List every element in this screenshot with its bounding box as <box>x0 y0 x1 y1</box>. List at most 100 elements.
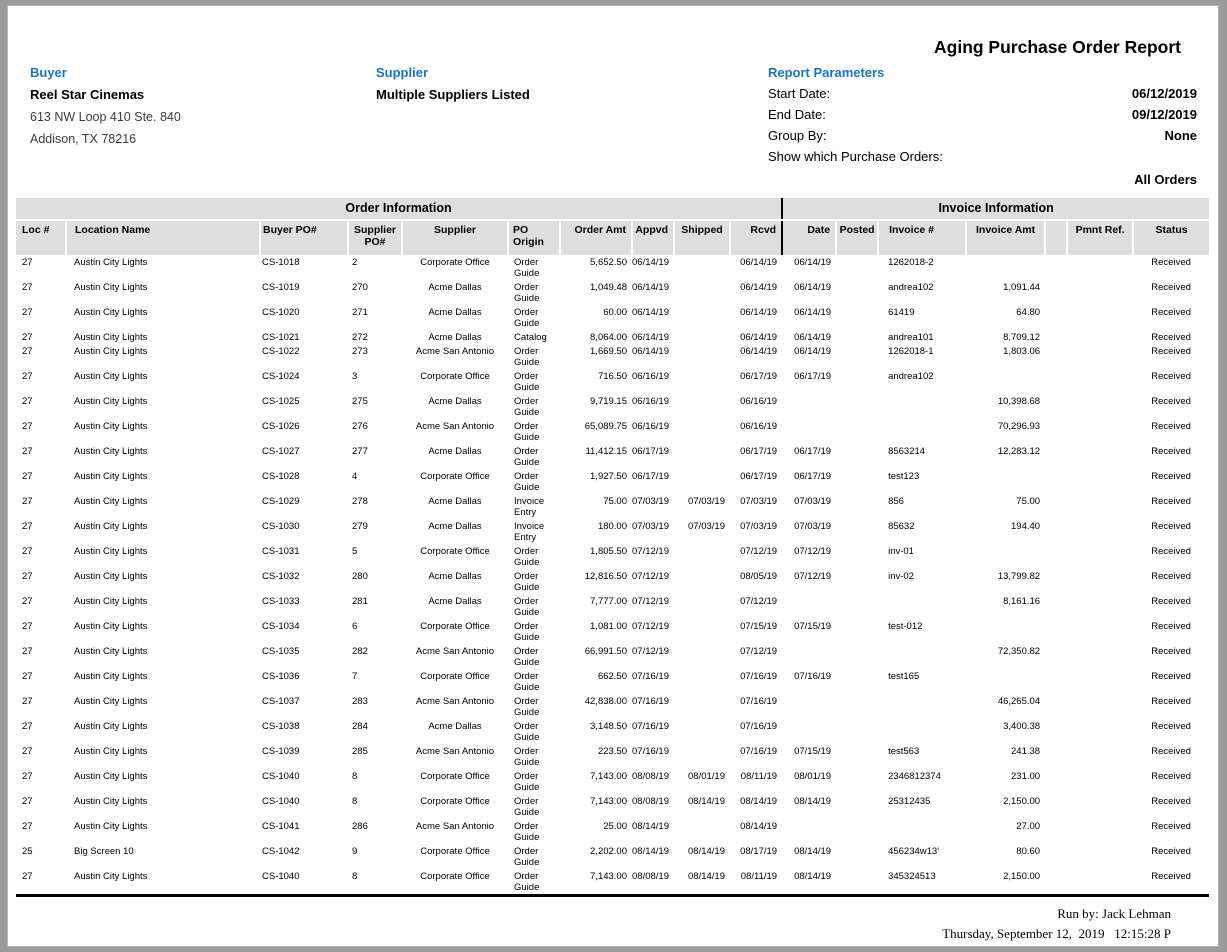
table-cell: Order Guide <box>508 255 560 280</box>
table-cell <box>1067 519 1133 544</box>
column-header: Loc # <box>16 220 66 255</box>
table-cell: 07/12/19 <box>730 644 782 669</box>
table-cell: 27 <box>16 305 66 330</box>
table-cell: Austin City Lights <box>66 594 260 619</box>
table-cell: 27 <box>16 544 66 569</box>
table-row: 27Austin City LightsCS-10315Corporate Of… <box>16 544 1209 569</box>
table-row: 27Austin City LightsCS-1029278Acme Dalla… <box>16 494 1209 519</box>
table-cell: 07/12/19 <box>782 569 836 594</box>
table-cell: 456234w13' <box>878 844 966 869</box>
table-cell <box>836 494 878 519</box>
table-cell: Order Guide <box>508 419 560 444</box>
table-cell <box>674 305 730 330</box>
table-cell: CS-1040 <box>260 769 348 794</box>
run-by-text: Run by: Jack Lehman <box>8 904 1171 924</box>
table-cell <box>674 255 730 280</box>
table-cell: 27 <box>16 394 66 419</box>
table-cell: Received <box>1133 419 1209 444</box>
table-cell: 5,652.50 <box>560 255 632 280</box>
table-row: 27Austin City LightsCS-1022273Acme San A… <box>16 344 1209 369</box>
table-row: 27Austin City LightsCS-10284Corporate Of… <box>16 469 1209 494</box>
table-cell: Order Guide <box>508 544 560 569</box>
table-cell: 08/14/19 <box>782 869 836 896</box>
table-cell <box>1045 280 1067 305</box>
table-cell: inv-02 <box>878 569 966 594</box>
column-header: Supplier <box>402 220 508 255</box>
table-cell <box>836 719 878 744</box>
table-cell: 231.00 <box>966 769 1045 794</box>
table-cell: 27 <box>16 369 66 394</box>
table-cell <box>1045 669 1067 694</box>
table-cell: 08/05/19 <box>730 569 782 594</box>
table-cell <box>1067 794 1133 819</box>
table-cell <box>674 419 730 444</box>
table-cell: andrea102 <box>878 369 966 394</box>
table-cell: 1,927.50 <box>560 469 632 494</box>
table-cell: 272 <box>348 330 402 344</box>
table-cell: Acme San Antonio <box>402 644 508 669</box>
table-cell: 1,049.48 <box>560 280 632 305</box>
column-header: Date <box>782 220 836 255</box>
table-cell: 27 <box>16 419 66 444</box>
table-cell: 08/01/19 <box>782 769 836 794</box>
table-cell: CS-1031 <box>260 544 348 569</box>
parameter-label: Group By: <box>768 128 827 143</box>
table-cell: 07/16/19 <box>730 669 782 694</box>
table-cell: Acme Dallas <box>402 444 508 469</box>
table-cell <box>1045 519 1067 544</box>
table-cell: 27 <box>16 794 66 819</box>
table-cell <box>836 844 878 869</box>
table-cell: Austin City Lights <box>66 494 260 519</box>
table-cell: Received <box>1133 344 1209 369</box>
table-cell: 281 <box>348 594 402 619</box>
table-cell: Corporate Office <box>402 669 508 694</box>
table-row: 27Austin City LightsCS-10182Corporate Of… <box>16 255 1209 280</box>
table-cell <box>836 255 878 280</box>
table-cell: Acme Dallas <box>402 330 508 344</box>
table-cell <box>674 644 730 669</box>
table-cell: CS-1022 <box>260 344 348 369</box>
table-cell: 08/14/19 <box>674 869 730 896</box>
table-cell <box>836 819 878 844</box>
table-cell: 7 <box>348 669 402 694</box>
table-cell <box>836 644 878 669</box>
table-cell: Received <box>1133 569 1209 594</box>
table-cell <box>782 419 836 444</box>
table-cell <box>674 344 730 369</box>
table-cell <box>1045 869 1067 896</box>
table-cell: test-012 <box>878 619 966 644</box>
table-cell: 08/14/19 <box>782 844 836 869</box>
table-cell: Austin City Lights <box>66 644 260 669</box>
table-cell: 08/14/19 <box>674 844 730 869</box>
table-cell: 06/17/19 <box>632 444 674 469</box>
table-cell <box>674 369 730 394</box>
table-cell: 3,400.38 <box>966 719 1045 744</box>
table-cell <box>878 719 966 744</box>
report-parameters-list: Start Date:06/12/2019End Date:09/12/2019… <box>768 86 1197 164</box>
table-cell <box>1067 619 1133 644</box>
table-cell: 27 <box>16 619 66 644</box>
table-cell <box>782 594 836 619</box>
table-cell: 856 <box>878 494 966 519</box>
parameter-label: Show which Purchase Orders: <box>768 149 943 164</box>
table-cell <box>836 394 878 419</box>
table-cell: 2 <box>348 255 402 280</box>
table-row: 27Austin City LightsCS-1025275Acme Dalla… <box>16 394 1209 419</box>
table-cell: CS-1033 <box>260 594 348 619</box>
table-cell <box>878 819 966 844</box>
table-cell: CS-1028 <box>260 469 348 494</box>
table-cell: 270 <box>348 280 402 305</box>
table-group-header-row: Order InformationInvoice Information <box>16 198 1209 220</box>
table-cell: 07/12/19 <box>730 544 782 569</box>
table-cell: 61419 <box>878 305 966 330</box>
table-cell: 279 <box>348 519 402 544</box>
column-header: Invoice # <box>878 220 966 255</box>
table-cell: CS-1037 <box>260 694 348 719</box>
report-page: Aging Purchase Order Report Buyer Reel S… <box>7 5 1219 947</box>
table-cell: 27 <box>16 869 66 896</box>
table-cell <box>674 719 730 744</box>
table-cell: 06/14/19 <box>782 330 836 344</box>
table-cell: 8,161.16 <box>966 594 1045 619</box>
table-cell: 06/17/19 <box>632 469 674 494</box>
table-row: 27Austin City LightsCS-1026276Acme San A… <box>16 419 1209 444</box>
